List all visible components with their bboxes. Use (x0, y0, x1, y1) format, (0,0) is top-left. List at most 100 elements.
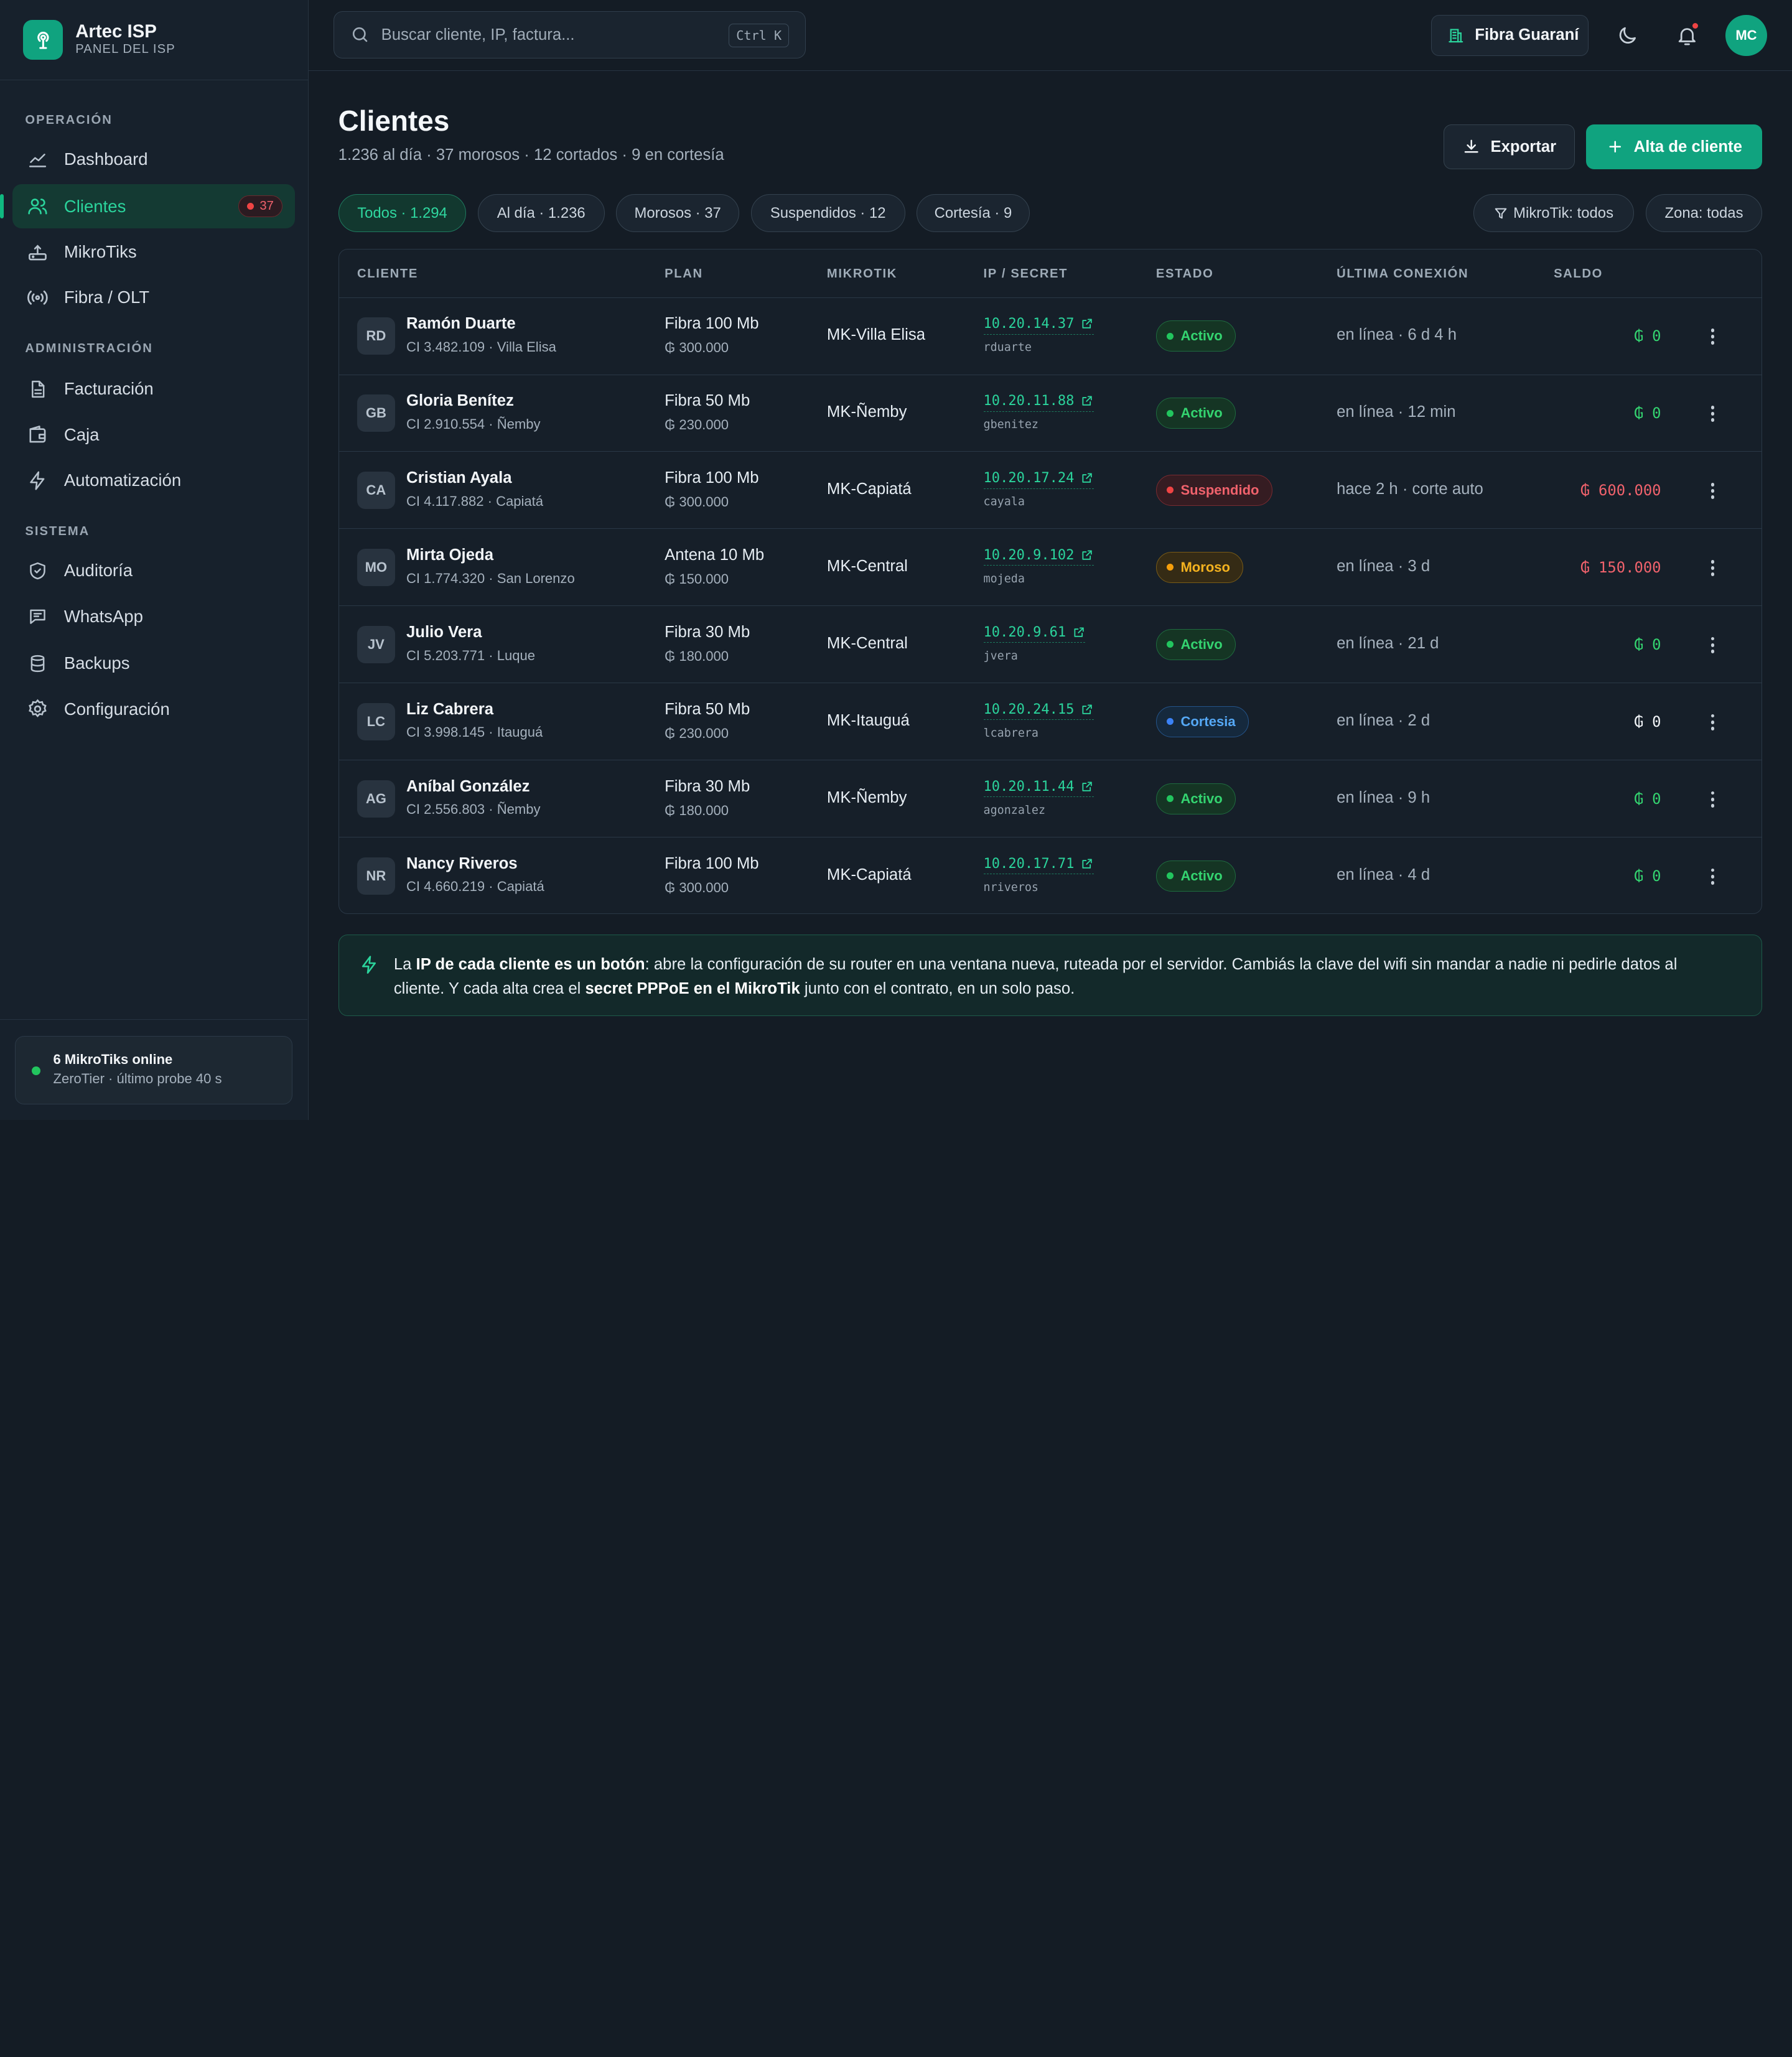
more-options-icon[interactable] (1707, 865, 1718, 888)
status-dot (1167, 409, 1174, 417)
mikrotik-filter[interactable]: MikroTik: todos (1473, 194, 1635, 232)
column-header[interactable]: ESTADO (1156, 267, 1214, 281)
column-header[interactable]: CLIENTE (357, 267, 418, 281)
plan-name: Antena 10 Mb (665, 546, 765, 564)
moon-icon[interactable] (1613, 22, 1641, 49)
status-dot (1167, 487, 1174, 494)
more-options-icon[interactable] (1707, 711, 1718, 734)
column-header[interactable]: PLAN (665, 267, 703, 281)
client-name[interactable]: Nancy Riveros (406, 855, 518, 873)
search-input[interactable]: Buscar cliente, IP, factura... Ctrl K (334, 11, 806, 58)
new-client-button[interactable]: Alta de cliente (1586, 124, 1763, 169)
table-row[interactable]: AG Aníbal González CI 2.556.803 · Ñemby Fib… (338, 760, 1762, 838)
ip-link[interactable]: 10.20.17.24 (983, 470, 1094, 489)
external-link-icon (1082, 704, 1093, 714)
table-row[interactable]: JV Julio Vera CI 5.203.771 · Luque Fibra 30… (338, 606, 1762, 684)
filter-chip-todos[interactable]: Todos · 1.294 (338, 194, 467, 232)
filter-chip-cortesia[interactable]: Cortesía · 9 (917, 194, 1030, 232)
sidebar-item-auditoria[interactable]: Auditoría (12, 549, 295, 594)
client-name[interactable]: Cristian Ayala (406, 469, 512, 487)
plan-name: Fibra 100 Mb (665, 469, 759, 487)
page-subtitle: 1.236 al día · 37 morosos · 12 cortados … (338, 146, 724, 164)
more-options-icon[interactable] (1707, 325, 1718, 348)
nav-section-sistema: SISTEMA (25, 525, 90, 539)
sidebar-item-label: Auditoría (63, 561, 133, 581)
page-title: Clientes (338, 105, 450, 138)
filter-chip-al-dia[interactable]: Al día · 1.236 (477, 194, 605, 232)
brand-name: Artec ISP (75, 21, 157, 42)
sidebar-item-whatsapp[interactable]: WhatsApp (12, 594, 295, 639)
sidebar-item-mikrotiks[interactable]: MikroTiks (12, 230, 295, 274)
client-name[interactable]: Mirta Ojeda (406, 546, 493, 564)
ip-link[interactable]: 10.20.9.102 (983, 548, 1094, 566)
bell-icon[interactable] (1673, 22, 1701, 49)
filter-chip-suspendidos[interactable]: Suspendidos · 12 (750, 194, 905, 232)
sidebar-item-backups[interactable]: Backups (12, 641, 295, 686)
brand[interactable]: Artec ISP PANEL DEL ISP (0, 0, 308, 80)
ip-link[interactable]: 10.20.17.71 (983, 856, 1094, 875)
pppoe-secret: nriveros (983, 881, 1038, 895)
column-header[interactable]: MIKROTIK (827, 267, 897, 281)
client-name[interactable]: Liz Cabrera (406, 701, 493, 719)
client-avatar: AG (357, 780, 395, 818)
bolt-icon (26, 469, 49, 492)
table-row[interactable]: GB Gloria Benítez CI 2.910.554 · Ñemby Fibr… (338, 375, 1762, 452)
more-options-icon[interactable] (1707, 557, 1718, 580)
more-options-icon[interactable] (1707, 403, 1718, 426)
column-header[interactable]: IP / SECRET (984, 267, 1068, 281)
sidebar-item-dashboard[interactable]: Dashboard (12, 137, 295, 182)
status-badge: Activo (1155, 320, 1236, 352)
sidebar-item-configuracion[interactable]: Configuración (12, 687, 295, 732)
sidebar-item-label: Facturación (63, 379, 154, 399)
balance: ₲ 0 (1634, 790, 1661, 808)
sidebar-item-automatizacion[interactable]: Automatización (12, 459, 295, 503)
pppoe-secret: gbenitez (983, 418, 1038, 432)
more-options-icon[interactable] (1707, 480, 1718, 503)
sidebar-item-facturacion[interactable]: Facturación (12, 367, 295, 412)
external-link-icon (1082, 396, 1093, 406)
table-row[interactable]: NR Nancy Riveros CI 4.660.219 · Capiatá Fib… (339, 837, 1762, 913)
ip-link[interactable]: 10.20.11.44 (983, 779, 1094, 798)
status-badge: Suspendido (1155, 475, 1272, 506)
invoice-icon (26, 378, 49, 401)
client-name[interactable]: Aníbal González (406, 778, 530, 796)
user-avatar[interactable]: MC (1725, 14, 1767, 56)
table-row[interactable]: MO Mirta Ojeda CI 1.774.320 · San Lorenzo A… (338, 529, 1762, 607)
pppoe-secret: cayala (983, 495, 1025, 509)
table-row[interactable]: CA Cristian Ayala CI 4.117.882 · Capiatá Fi… (338, 452, 1762, 529)
gear-icon (26, 697, 49, 721)
client-name[interactable]: Julio Vera (406, 623, 482, 641)
pppoe-secret: rduarte (983, 341, 1032, 355)
more-options-icon[interactable] (1707, 633, 1718, 656)
ip-link[interactable]: 10.20.24.15 (983, 702, 1094, 721)
balance: ₲ 0 (1634, 867, 1661, 885)
client-name[interactable]: Gloria Benítez (406, 392, 514, 410)
last-connection: en línea · 3 d (1337, 557, 1430, 576)
tenant-selector[interactable]: Fibra Guaraní (1430, 14, 1589, 56)
ip-link[interactable]: 10.20.9.61 (983, 625, 1086, 643)
filter-chip-morosos[interactable]: Morosos · 37 (615, 194, 740, 232)
table-row[interactable]: LC Liz Cabrera CI 3.998.145 · Itauguá Fibra… (338, 683, 1762, 761)
pppoe-secret: jvera (983, 650, 1018, 663)
export-button[interactable]: Exportar (1443, 124, 1575, 169)
zone-filter[interactable]: Zona: todas (1645, 194, 1763, 232)
column-header[interactable]: ÚLTIMA CONEXIÓN (1337, 267, 1468, 281)
sidebar-item-clientes[interactable]: Clientes 37 (0, 184, 295, 229)
download-icon (1464, 139, 1478, 153)
plan-name: Fibra 50 Mb (665, 392, 750, 410)
status-title: 6 MikroTiks online (53, 1051, 173, 1067)
mikrotik-status-card[interactable]: 6 MikroTiks online ZeroTier · último pro… (14, 1036, 293, 1105)
brand-subtitle: PANEL DEL ISP (75, 42, 175, 57)
status-dot (1167, 718, 1174, 725)
sidebar-item-fibra-olt[interactable]: Fibra / OLT (12, 276, 295, 320)
table-row[interactable]: RD Ramón Duarte CI 3.482.109 · Villa Elisa… (338, 298, 1762, 375)
more-options-icon[interactable] (1707, 788, 1718, 811)
client-avatar: JV (357, 625, 395, 664)
building-icon (1449, 29, 1463, 43)
client-name[interactable]: Ramón Duarte (406, 315, 516, 333)
pppoe-secret: lcabrera (983, 727, 1038, 740)
ip-link[interactable]: 10.20.11.88 (983, 393, 1094, 412)
sidebar-item-caja[interactable]: Caja (12, 413, 295, 457)
column-header[interactable]: SALDO (1554, 267, 1603, 281)
ip-link[interactable]: 10.20.14.37 (983, 316, 1094, 335)
